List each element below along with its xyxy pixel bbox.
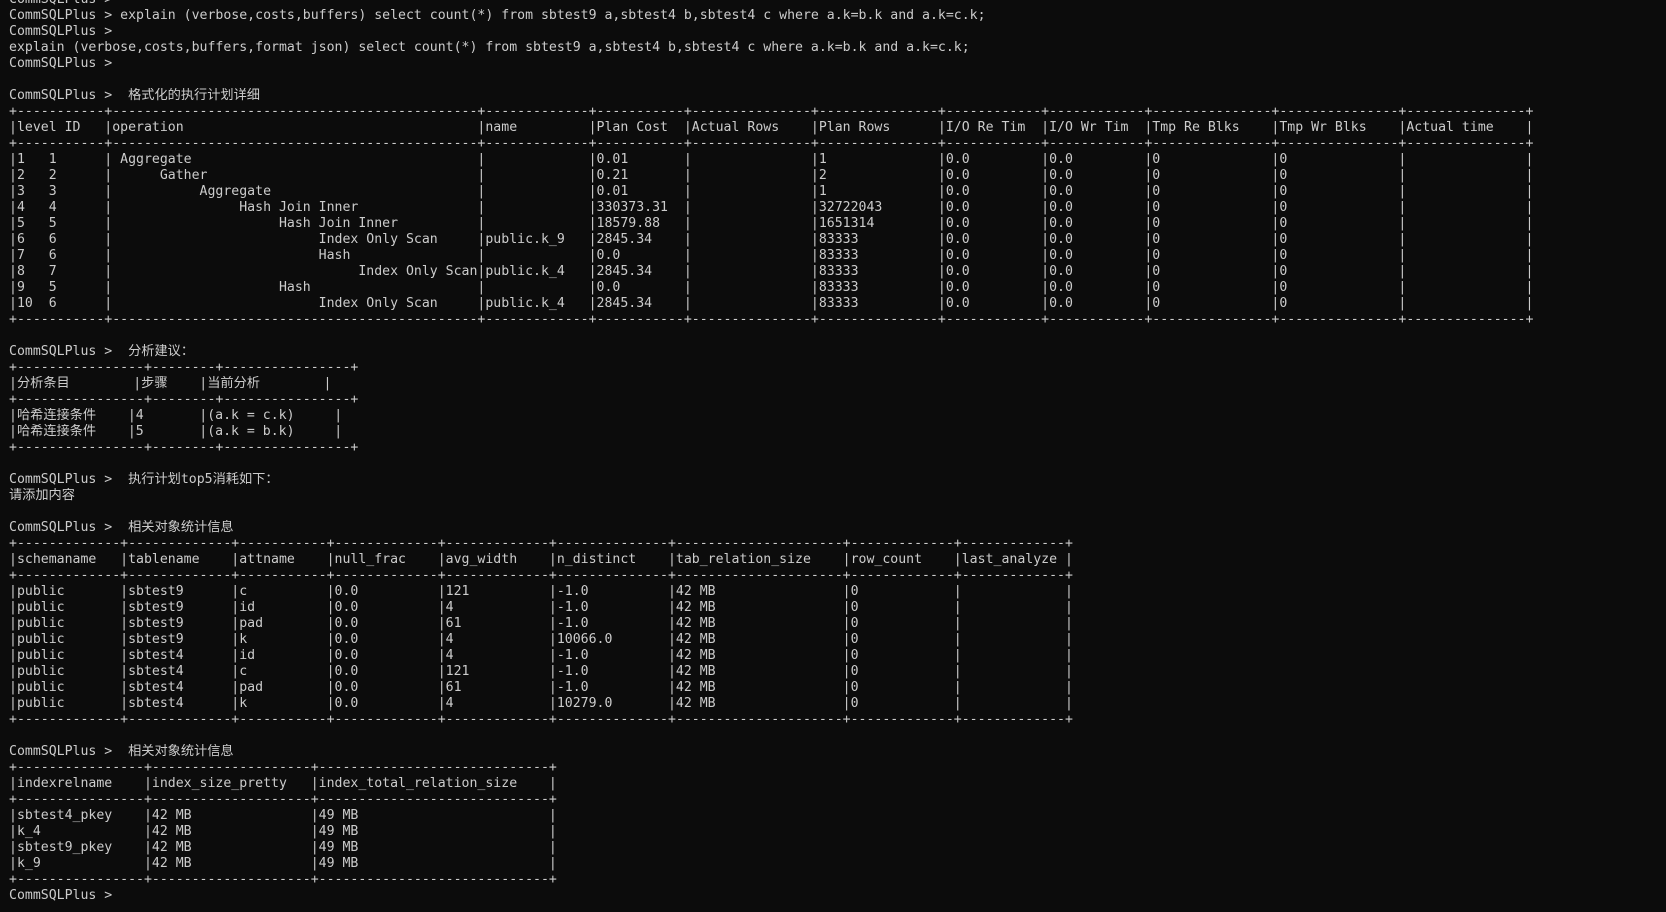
terminal-line: |k_4 |42 MB |49 MB |	[9, 824, 557, 839]
terminal-line: |1 1 | Aggregate | |0.01 | |1 |0.0 |0.0 …	[9, 152, 1534, 167]
terminal-line: +-------------+-------------+-----------…	[9, 712, 1073, 727]
terminal-line: +-------------+-------------+-----------…	[9, 536, 1073, 551]
terminal-line: +----------------+--------------------+-…	[9, 760, 557, 775]
terminal-line: |public |sbtest9 |k |0.0 |4 |10066.0 |42…	[9, 632, 1073, 647]
terminal-line: |5 5 | Hash Join Inner | |18579.88 | |16…	[9, 216, 1534, 231]
terminal-line: |9 5 | Hash | |0.0 | |83333 |0.0 |0.0 |0…	[9, 280, 1534, 295]
terminal-line: +----------------+--------------------+-…	[9, 872, 557, 887]
terminal-line: |分析条目 |步骤 |当前分析 |	[9, 376, 332, 391]
terminal-line: |3 3 | Aggregate | |0.01 | |1 |0.0 |0.0 …	[9, 184, 1534, 199]
terminal-line: +----------------+--------+-------------…	[9, 392, 359, 407]
terminal-line: CommSQLPlus > explain (verbose,costs,buf…	[9, 8, 986, 23]
terminal-line: |8 7 | Index Only Scan|public.k_4 |2845.…	[9, 264, 1534, 279]
terminal-line: |6 6 | Index Only Scan |public.k_9 |2845…	[9, 232, 1534, 247]
terminal-line: CommSQLPlus > 相关对象统计信息	[9, 744, 234, 759]
terminal-line: CommSQLPlus >	[9, 56, 113, 71]
terminal-line: |哈希连接条件 |4 |(a.k = c.k) |	[9, 408, 343, 423]
terminal-line: +-------------+-------------+-----------…	[9, 568, 1073, 583]
terminal-line: 请添加内容	[9, 488, 75, 503]
terminal-line: CommSQLPlus > 分析建议：	[9, 344, 195, 359]
terminal-line: |public |sbtest9 |id |0.0 |4 |-1.0 |42 M…	[9, 600, 1073, 615]
terminal-line: CommSQLPlus >	[9, 0, 1666, 8]
terminal-line: |7 6 | Hash | |0.0 | |83333 |0.0 |0.0 |0…	[9, 248, 1534, 263]
terminal-line: +-----------+---------------------------…	[9, 104, 1534, 119]
terminal-line: +----------------+--------------------+-…	[9, 792, 557, 807]
terminal-line: |schemaname |tablename |attname |null_fr…	[9, 552, 1073, 567]
terminal-line: +-----------+---------------------------…	[9, 312, 1534, 327]
terminal-line: +-----------+---------------------------…	[9, 136, 1534, 151]
terminal-line: |public |sbtest4 |k |0.0 |4 |10279.0 |42…	[9, 696, 1073, 711]
terminal-line: |public |sbtest4 |id |0.0 |4 |-1.0 |42 M…	[9, 648, 1073, 663]
terminal-line: |2 2 | Gather | |0.21 | |2 |0.0 |0.0 |0 …	[9, 168, 1534, 183]
terminal-line: CommSQLPlus > 相关对象统计信息	[9, 520, 234, 535]
terminal-line: CommSQLPlus >	[9, 24, 113, 39]
terminal-output[interactable]: CommSQLPlus >CommSQLPlus > explain (verb…	[0, 0, 1666, 904]
terminal-line: CommSQLPlus > 格式化的执行计划详细	[9, 88, 260, 103]
terminal-line: |sbtest9_pkey |42 MB |49 MB |	[9, 840, 557, 855]
terminal-line: |public |sbtest9 |c |0.0 |121 |-1.0 |42 …	[9, 584, 1073, 599]
terminal-line: CommSQLPlus > 执行计划top5消耗如下：	[9, 472, 279, 487]
terminal-line: +----------------+--------+-------------…	[9, 360, 359, 375]
terminal-line: |k_9 |42 MB |49 MB |	[9, 856, 557, 871]
terminal-line: |哈希连接条件 |5 |(a.k = b.k) |	[9, 424, 343, 439]
terminal-line: |indexrelname |index_size_pretty |index_…	[9, 776, 557, 791]
terminal-line: explain (verbose,costs,buffers,format js…	[9, 40, 970, 55]
terminal-line: |level ID |operation |name |Plan Cost |A…	[9, 120, 1534, 135]
terminal-line: +----------------+--------+-------------…	[9, 440, 359, 455]
terminal-line: |public |sbtest4 |c |0.0 |121 |-1.0 |42 …	[9, 664, 1073, 679]
terminal-line: |sbtest4_pkey |42 MB |49 MB |	[9, 808, 557, 823]
terminal-line: |4 4 | Hash Join Inner | |330373.31 | |3…	[9, 200, 1534, 215]
terminal-line: |public |sbtest4 |pad |0.0 |61 |-1.0 |42…	[9, 680, 1073, 695]
terminal-line: |public |sbtest9 |pad |0.0 |61 |-1.0 |42…	[9, 616, 1073, 631]
terminal-line: |10 6 | Index Only Scan |public.k_4 |284…	[9, 296, 1534, 311]
terminal-line: CommSQLPlus >	[9, 888, 113, 903]
